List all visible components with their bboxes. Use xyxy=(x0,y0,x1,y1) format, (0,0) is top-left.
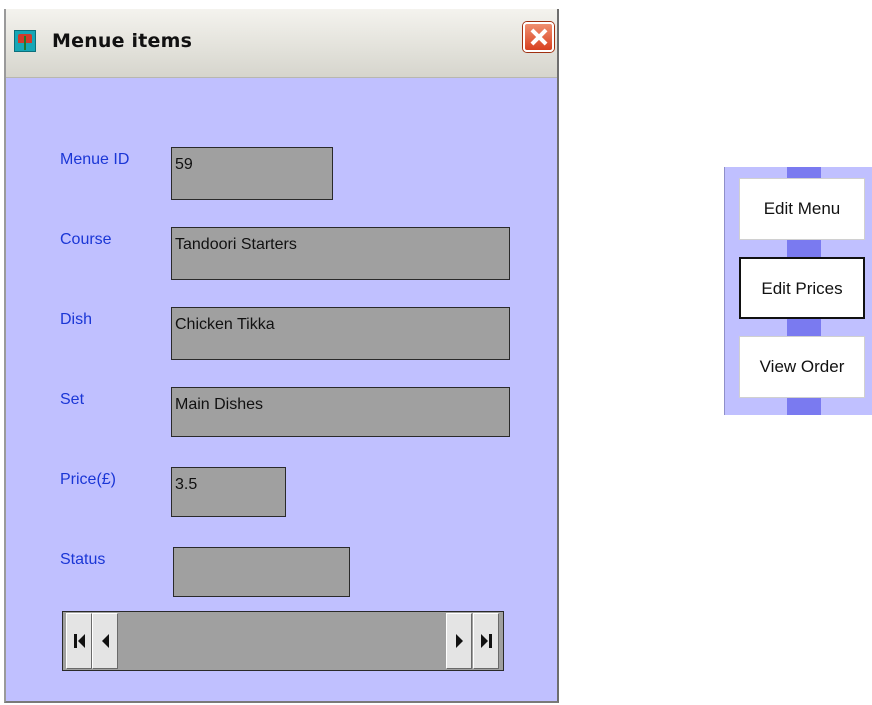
menu-id-field[interactable]: 59 xyxy=(171,147,333,200)
app-icon xyxy=(14,30,36,52)
set-field[interactable]: Main Dishes xyxy=(171,387,510,437)
window-title: Menue items xyxy=(52,30,193,52)
side-panel: Edit Menu Edit Prices View Order xyxy=(724,167,872,415)
dish-label: Dish xyxy=(60,311,93,328)
course-label: Course xyxy=(60,231,112,248)
price-label: Price(£) xyxy=(60,471,117,488)
last-record-icon xyxy=(481,634,488,648)
set-label: Set xyxy=(60,391,85,408)
dish-field[interactable]: Chicken Tikka xyxy=(171,307,510,360)
status-label: Status xyxy=(60,551,106,568)
last-record-button[interactable] xyxy=(473,613,499,669)
menu-id-label: Menue ID xyxy=(60,151,130,168)
course-field[interactable]: Tandoori Starters xyxy=(171,227,510,280)
title-bar[interactable]: Menue items xyxy=(6,9,557,78)
previous-record-button[interactable] xyxy=(92,613,118,669)
view-order-button[interactable]: View Order xyxy=(739,336,865,398)
next-record-icon xyxy=(456,634,463,648)
price-field[interactable]: 3.5 xyxy=(171,467,286,517)
menu-items-window: Menue items Menue ID 59 Course Tandoori … xyxy=(4,9,559,703)
previous-record-icon xyxy=(102,634,109,648)
record-navigator xyxy=(62,611,504,671)
first-record-icon xyxy=(74,634,77,648)
first-record-button[interactable] xyxy=(66,613,92,669)
edit-prices-button[interactable]: Edit Prices xyxy=(739,257,865,319)
close-icon[interactable] xyxy=(523,22,554,52)
edit-menu-button[interactable]: Edit Menu xyxy=(739,178,865,240)
status-field[interactable] xyxy=(173,547,350,597)
next-record-button[interactable] xyxy=(446,613,472,669)
